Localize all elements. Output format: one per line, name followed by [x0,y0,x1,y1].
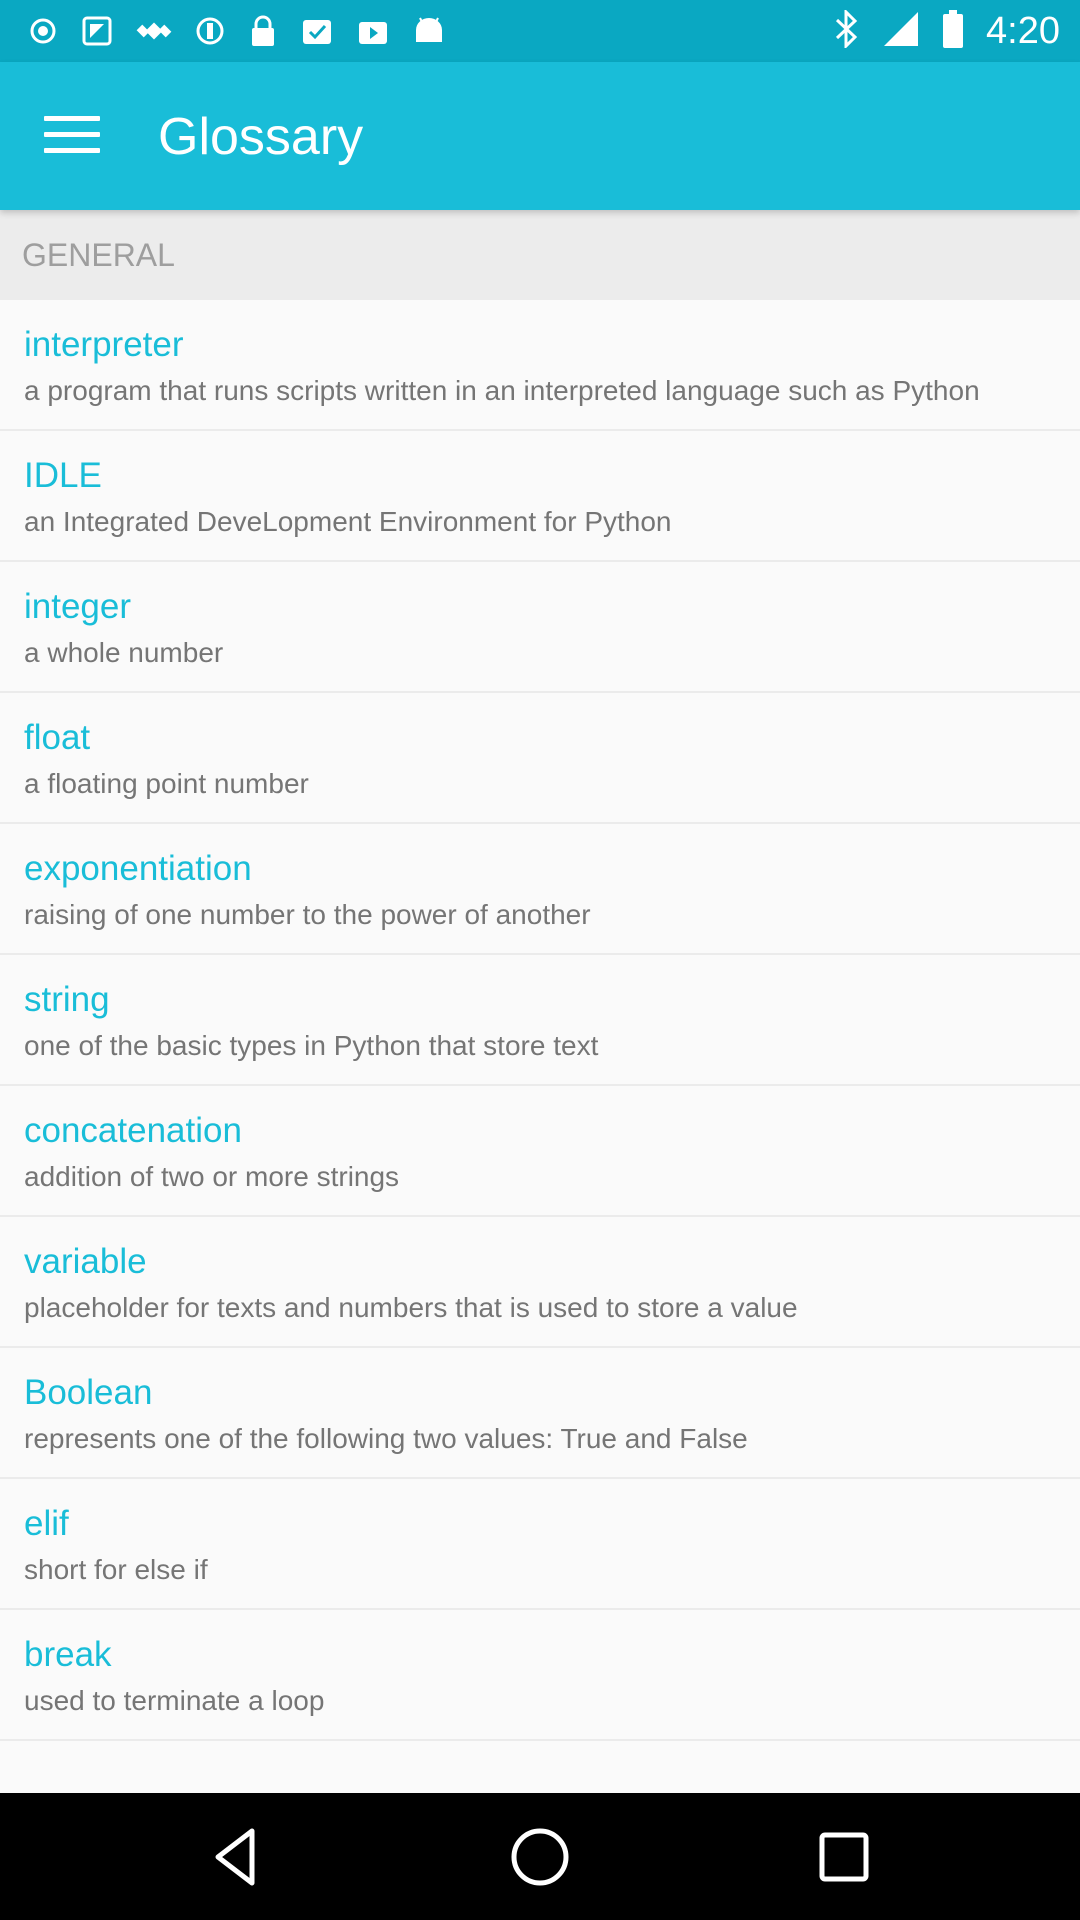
android-icon [412,14,446,48]
notification-dot-icon [28,16,58,46]
glossary-definition: a floating point number [24,768,309,799]
satellite-icon [136,13,172,49]
status-time: 4:20 [986,9,1060,52]
recents-square-icon[interactable] [808,1821,880,1893]
glossary-content[interactable]: GENERAL interpreter a program that runs … [0,210,1080,1793]
glossary-item-variable[interactable]: variable placeholder for texts and numbe… [0,1217,1080,1348]
glossary-term: interpreter [24,325,184,364]
signal-icon [882,10,920,53]
glossary-term: exponentiation [24,849,252,888]
bluetooth-icon [834,7,860,53]
glossary-item-concatenation[interactable]: concatenation addition of two or more st… [0,1086,1080,1217]
glossary-definition: placeholder for texts and numbers that i… [24,1292,798,1323]
glossary-term: Boolean [24,1373,153,1412]
glossary-item-idle[interactable]: IDLE an Integrated DeveLopment Environme… [0,431,1080,562]
section-header: GENERAL [0,210,1080,300]
glossary-definition: used to terminate a loop [24,1685,325,1716]
lock-icon [248,14,278,48]
glossary-definition: an Integrated DeveLopment Environment fo… [24,506,672,537]
glossary-definition: raising of one number to the power of an… [24,899,591,930]
glossary-term: integer [24,587,132,626]
status-icons-left [28,10,446,52]
glossary-term: concatenation [24,1111,242,1150]
hamburger-menu-icon[interactable] [44,116,100,160]
glossary-definition: one of the basic types in Python that st… [24,1030,599,1061]
glossary-term: IDLE [24,456,102,495]
status-icons-right: 4:20 [834,0,1060,62]
app-bar: Glossary [0,62,1080,210]
glossary-item-elif[interactable]: elif short for else if [0,1479,1080,1610]
fake-gps-icon [80,14,114,48]
glossary-item-exponentiation[interactable]: exponentiation raising of one number to … [0,824,1080,955]
glossary-term: elif [24,1504,69,1543]
page-title: Glossary [158,108,364,166]
battery-icon [942,9,964,53]
back-triangle-icon[interactable] [200,1821,272,1893]
glossary-item-float[interactable]: float a floating point number [0,693,1080,824]
glossary-term: break [24,1635,112,1674]
system-nav-bar [0,1793,1080,1920]
glossary-term: string [24,980,110,1019]
glossary-item-break[interactable]: break used to terminate a loop [0,1610,1080,1741]
checklist-icon [300,14,334,48]
status-bar: 4:20 [0,0,1080,62]
glossary-item-integer[interactable]: integer a whole number [0,562,1080,693]
glossary-definition: a whole number [24,637,224,668]
play-store-icon [356,14,390,48]
glossary-definition: a program that runs scripts written in a… [24,375,980,406]
glossary-item-boolean[interactable]: Boolean represents one of the following … [0,1348,1080,1479]
glossary-item-string[interactable]: string one of the basic types in Python … [0,955,1080,1086]
home-circle-icon[interactable] [504,1821,576,1893]
sync-icon [194,15,226,47]
glossary-item-interpreter[interactable]: interpreter a program that runs scripts … [0,300,1080,431]
glossary-definition: addition of two or more strings [24,1161,400,1192]
glossary-term: variable [24,1242,147,1281]
glossary-definition: represents one of the following two valu… [24,1423,748,1454]
glossary-term: float [24,718,91,757]
glossary-definition: short for else if [24,1554,208,1585]
